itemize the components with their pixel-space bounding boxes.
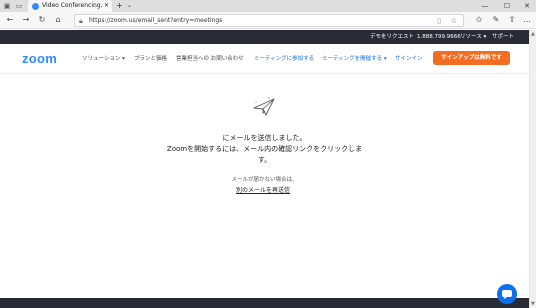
chat-button[interactable]: [497, 284, 517, 304]
paper-plane-icon: [253, 97, 275, 116]
address-bar[interactable]: 🔒︎ https://zoom.us/email_sent?entry=meet…: [74, 14, 464, 27]
refresh-icon[interactable]: ↻: [37, 15, 47, 25]
page-scrollbar[interactable]: ▲ ▼: [529, 30, 536, 308]
tab-title: Video Conferencing, We: [42, 2, 102, 9]
favorite-star-icon[interactable]: ☆: [451, 16, 457, 26]
share-icon[interactable]: ⇪: [507, 15, 517, 25]
zoom-logo[interactable]: zoom: [22, 51, 57, 67]
web-page: デモをリクエスト 1.888.799.9666 リソース ▾ サポート zoom…: [0, 30, 529, 308]
site-header: zoom ソリューション ▾ プランと価格 営業担当への お問い合わせ ミーティ…: [0, 44, 529, 74]
back-icon[interactable]: ←: [5, 15, 15, 25]
host-meeting-menu[interactable]: ミーティングを開催する ▾: [322, 55, 387, 63]
home-icon[interactable]: ⌂: [53, 15, 63, 25]
browser-navbar: ← → ↻ ⌂ 🔒︎ https://zoom.us/email_sent?en…: [0, 12, 536, 29]
window-icon[interactable]: ▣: [3, 2, 11, 10]
menu-plans-pricing[interactable]: プランと価格: [134, 55, 167, 63]
email-sent-message: にメールを送信しました。: [222, 134, 307, 142]
favorites-icon[interactable]: ✩: [474, 15, 484, 25]
top-utility-bar: デモをリクエスト 1.888.799.9666 リソース ▾ サポート: [0, 30, 529, 44]
pen-icon[interactable]: ✎: [491, 15, 501, 25]
no-email-text: メールが届かない場合は、: [231, 177, 298, 183]
minimize-icon[interactable]: —: [480, 1, 490, 11]
reading-view-icon[interactable]: ▯: [437, 16, 441, 26]
support-link[interactable]: サポート: [492, 33, 514, 41]
site-footer: [0, 298, 529, 308]
scroll-up-icon[interactable]: ▲: [531, 31, 535, 37]
request-demo-link[interactable]: デモをリクエスト: [370, 33, 414, 41]
browser-tab[interactable]: Video Conferencing, We ✕: [28, 0, 112, 12]
forward-icon[interactable]: →: [21, 15, 31, 25]
sign-in-link[interactable]: サインイン: [395, 55, 423, 63]
menu-solutions[interactable]: ソリューション ▾: [82, 55, 125, 63]
zoom-favicon-icon: [32, 3, 39, 10]
lock-icon: 🔒︎: [79, 17, 83, 25]
signup-button[interactable]: サインアップは無料です: [433, 51, 510, 65]
join-meeting-link[interactable]: ミーティングに参加する: [254, 55, 314, 63]
window-close-icon[interactable]: ✕: [522, 1, 532, 11]
address-url[interactable]: https://zoom.us/email_sent?entry=meeting…: [89, 16, 222, 26]
tab-actions-icon[interactable]: ▭: [15, 2, 23, 10]
confirm-instructions-line2: す。: [257, 156, 272, 164]
confirm-instructions-line1: Zoomを開始するには、メール内の確認リンクをクリックしま: [166, 145, 363, 153]
resend-email-link[interactable]: 別のメールを再送信: [236, 187, 290, 195]
new-tab-button[interactable]: +: [116, 1, 123, 11]
resources-menu[interactable]: リソース ▾: [460, 33, 486, 41]
more-icon[interactable]: …: [522, 15, 532, 25]
tab-close-icon[interactable]: ✕: [104, 2, 109, 10]
browser-titlebar: ▣ ▭ Video Conferencing, We ✕ + ⌄ — ☐ ✕: [0, 0, 536, 12]
scroll-down-icon[interactable]: ▼: [531, 301, 535, 307]
phone-number-link[interactable]: 1.888.799.9666: [417, 33, 461, 41]
maximize-icon[interactable]: ☐: [502, 1, 512, 11]
tab-list-button[interactable]: ⌄: [127, 1, 132, 11]
menu-contact-sales[interactable]: 営業担当への お問い合わせ: [176, 55, 244, 63]
